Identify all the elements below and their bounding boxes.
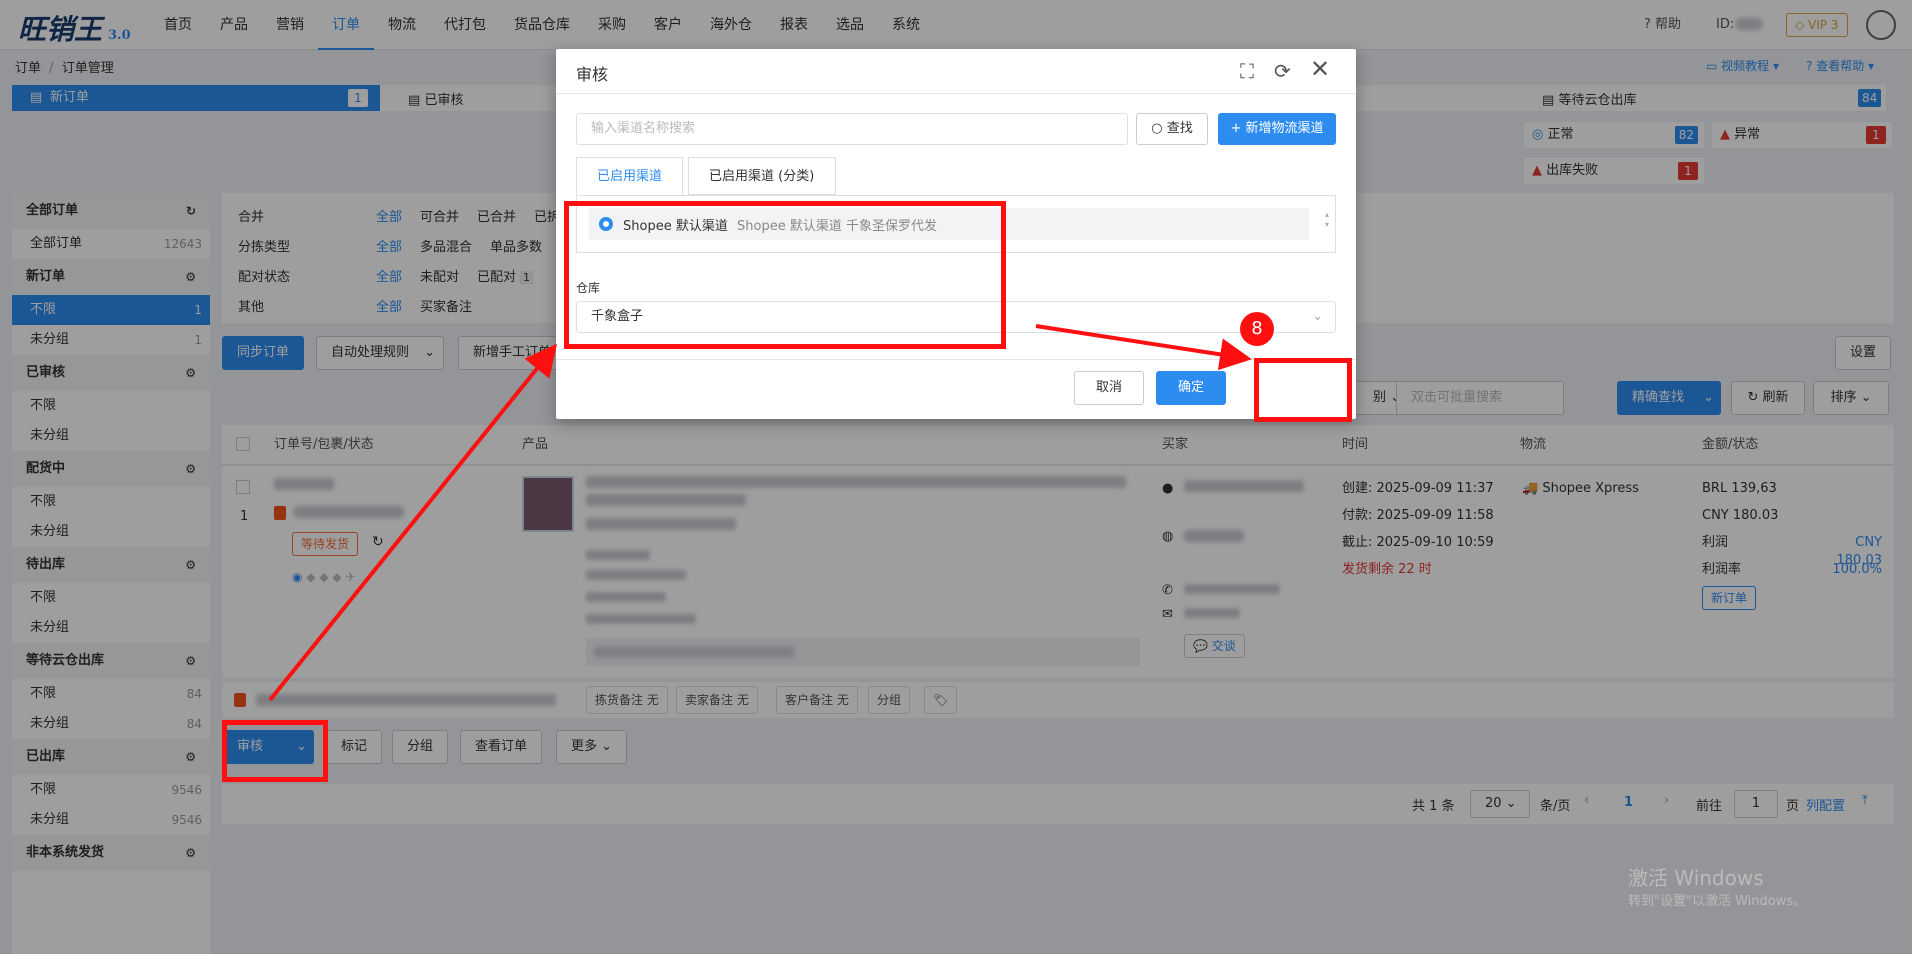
- annotation-arrows: [268, 324, 1252, 702]
- arrow-to-confirm: [1035, 324, 1252, 371]
- arrow-to-dialog: [268, 343, 558, 702]
- step-number-badge: 8: [1240, 312, 1274, 346]
